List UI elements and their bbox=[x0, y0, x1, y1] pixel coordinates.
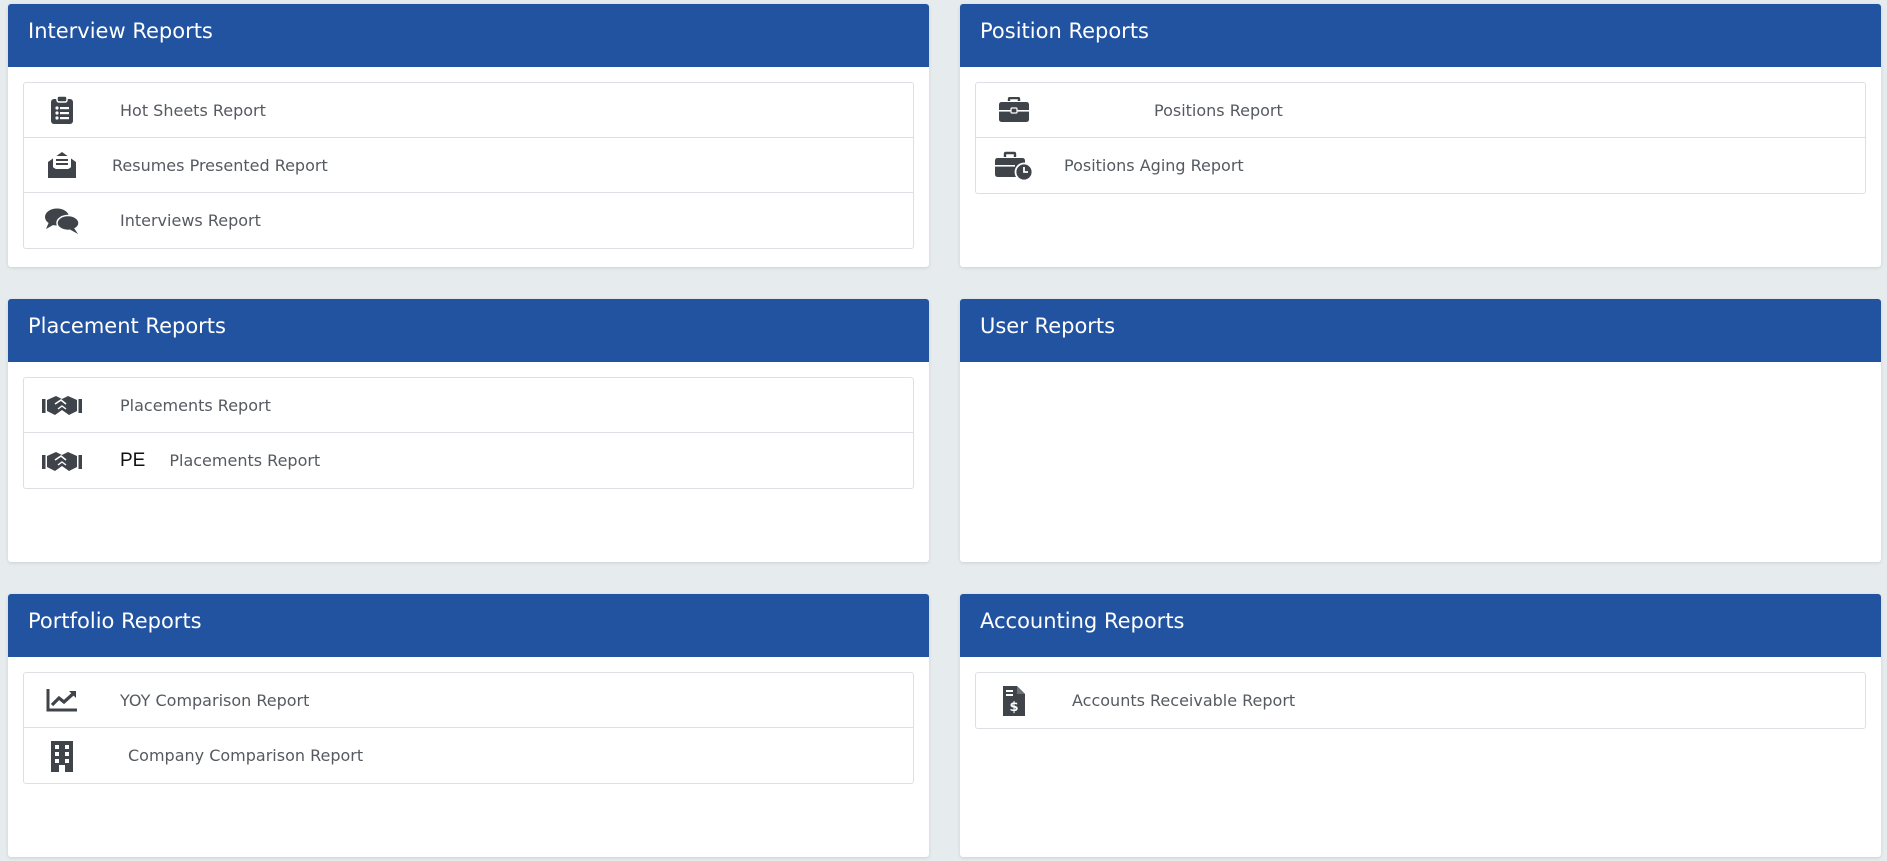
accounting-reports-title: Accounting Reports bbox=[960, 594, 1881, 657]
envelope-open-text-icon bbox=[42, 148, 82, 182]
positions-report-label: Positions Report bbox=[1154, 100, 1283, 120]
user-reports-body bbox=[960, 362, 1881, 392]
interviews-report-label: Interviews Report bbox=[120, 211, 261, 230]
portfolio-reports-card: Portfolio Reports YOY Comparison Report bbox=[8, 594, 929, 857]
pe-placements-report-label: Placements Report bbox=[169, 451, 321, 470]
yoy-comparison-report-link[interactable]: YOY Comparison Report bbox=[24, 673, 913, 728]
interview-reports-title: Interview Reports bbox=[8, 4, 929, 67]
comments-icon bbox=[42, 204, 82, 238]
resumes-presented-report-link[interactable]: Resumes Presented Report bbox=[24, 138, 913, 193]
placements-report-link[interactable]: Placements Report bbox=[24, 378, 913, 433]
file-invoice-dollar-icon: $ bbox=[994, 684, 1034, 718]
user-reports-card: User Reports bbox=[960, 299, 1881, 562]
positions-aging-report-label: Positions Aging Report bbox=[1064, 156, 1244, 175]
accounting-reports-body: $ Accounts Receivable Report bbox=[960, 657, 1881, 744]
placements-report-label: Placements Report bbox=[120, 395, 271, 415]
position-reports-title: Position Reports bbox=[960, 4, 1881, 67]
interviews-report-link[interactable]: Interviews Report bbox=[24, 193, 913, 248]
company-comparison-report-link[interactable]: Company Comparison Report bbox=[24, 728, 913, 783]
resumes-presented-report-label: Resumes Presented Report bbox=[112, 155, 328, 175]
handshake-icon bbox=[42, 388, 82, 422]
placement-reports-list: Placements Report PE Placements Report bbox=[23, 377, 914, 489]
interview-reports-body: Hot Sheets Report Resumes Presented Repo… bbox=[8, 67, 929, 264]
pe-prefix: PE bbox=[120, 449, 146, 471]
yoy-comparison-report-label: YOY Comparison Report bbox=[120, 690, 310, 710]
portfolio-reports-title: Portfolio Reports bbox=[8, 594, 929, 657]
accounts-receivable-report-link[interactable]: $ Accounts Receivable Report bbox=[976, 673, 1865, 728]
briefcase-icon bbox=[994, 93, 1034, 127]
building-icon bbox=[42, 739, 82, 773]
placement-reports-body: Placements Report PE Placements Report bbox=[8, 362, 929, 504]
company-comparison-report-label: Company Comparison Report bbox=[128, 746, 364, 765]
positions-report-link[interactable]: Positions Report bbox=[976, 83, 1865, 138]
reports-grid: Interview Reports Hot Sheets Report Resu… bbox=[0, 0, 1887, 861]
hot-sheets-report-label: Hot Sheets Report bbox=[120, 100, 266, 120]
interview-reports-list: Hot Sheets Report Resumes Presented Repo… bbox=[23, 82, 914, 249]
interview-reports-card: Interview Reports Hot Sheets Report Resu… bbox=[8, 4, 929, 267]
hot-sheets-report-link[interactable]: Hot Sheets Report bbox=[24, 83, 913, 138]
accounting-reports-card: Accounting Reports $ Accounts Receivable… bbox=[960, 594, 1881, 857]
accounts-receivable-report-label: Accounts Receivable Report bbox=[1072, 691, 1296, 710]
placement-reports-card: Placement Reports Placements Report PE P… bbox=[8, 299, 929, 562]
portfolio-reports-list: YOY Comparison Report Company Comparison… bbox=[23, 672, 914, 784]
positions-aging-report-link[interactable]: Positions Aging Report bbox=[976, 138, 1865, 193]
position-reports-list: Positions Report Positions Aging Report bbox=[975, 82, 1866, 194]
placement-reports-title: Placement Reports bbox=[8, 299, 929, 362]
accounting-reports-list: $ Accounts Receivable Report bbox=[975, 672, 1866, 729]
chart-line-icon bbox=[42, 683, 82, 717]
user-reports-title: User Reports bbox=[960, 299, 1881, 362]
portfolio-reports-body: YOY Comparison Report Company Comparison… bbox=[8, 657, 929, 799]
position-reports-card: Position Reports Positions Report Positi… bbox=[960, 4, 1881, 267]
svg-text:$: $ bbox=[1009, 700, 1018, 715]
business-time-icon bbox=[994, 149, 1034, 183]
handshake-icon bbox=[42, 444, 82, 478]
pe-placements-report-link[interactable]: PE Placements Report bbox=[24, 433, 913, 488]
clipboard-list-icon bbox=[42, 93, 82, 127]
position-reports-body: Positions Report Positions Aging Report bbox=[960, 67, 1881, 209]
